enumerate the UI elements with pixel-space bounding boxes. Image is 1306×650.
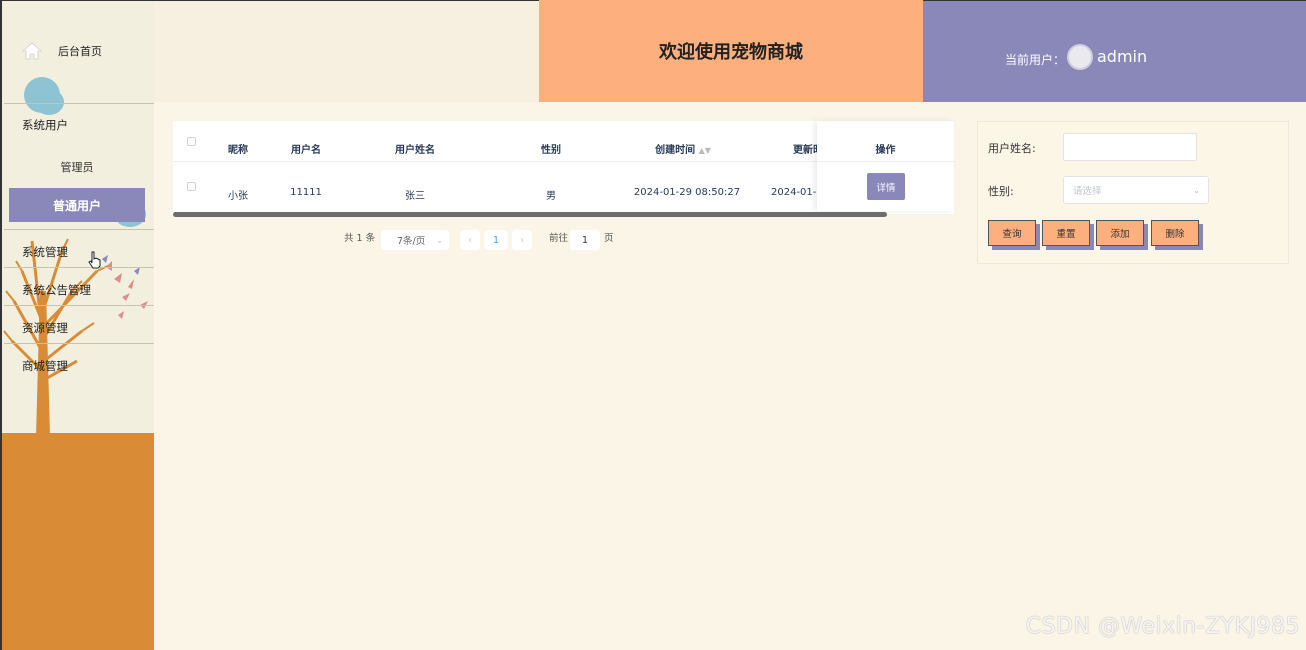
sidebar-subitem-admin[interactable]: 管理员: [2, 159, 152, 175]
cell-username: 11111: [290, 187, 322, 198]
chevron-down-icon: ⌄: [1193, 185, 1200, 195]
sidebar-home-label: 后台首页: [58, 45, 102, 58]
goto-label: 前往: [549, 233, 569, 244]
home-icon: [22, 42, 42, 60]
sidebar-ground: [2, 433, 154, 650]
row-checkbox[interactable]: [187, 182, 196, 191]
tree-decoration: [3, 238, 148, 436]
column-header-gender: 性别: [541, 145, 561, 156]
chevron-left-icon: ‹: [468, 234, 472, 246]
next-page-button[interactable]: ›: [512, 230, 532, 250]
divider: [4, 267, 154, 268]
column-header-realname: 用户姓名: [395, 145, 435, 156]
reset-button[interactable]: 重置: [1042, 220, 1090, 246]
search-panel: 用户姓名: 性别: 请选择 ⌄ 查询 重置 添加 删除: [977, 121, 1289, 264]
divider: [4, 229, 154, 230]
current-user-name[interactable]: admin: [1097, 47, 1147, 66]
page-title: 欢迎使用宠物商城: [659, 42, 803, 63]
hand-cursor-icon: [88, 251, 101, 269]
divider: [817, 161, 954, 162]
watermark: CSDN @Weixin-ZYKJ985: [1025, 614, 1300, 639]
divider: [4, 343, 154, 344]
chevron-right-icon: ›: [520, 234, 524, 246]
sidebar-item-system-users[interactable]: 系统用户: [4, 117, 154, 133]
sidebar-item-resources[interactable]: 资源管理: [4, 320, 154, 336]
cell-gender: 男: [546, 191, 556, 202]
sidebar-item-mall[interactable]: 商城管理: [4, 358, 154, 374]
column-header-username: 用户名: [291, 145, 321, 156]
cell-realname: 张三: [405, 191, 425, 202]
sidebar: 后台首页 系统用户 管理员 普通用户 系统管理 系统公告管理 资源管理 商城管理: [0, 0, 154, 650]
query-button[interactable]: 查询: [988, 220, 1036, 246]
cell-nickname: 小张: [228, 191, 248, 202]
page-suffix: 页: [604, 233, 614, 244]
divider: [4, 305, 154, 306]
name-input[interactable]: [1063, 133, 1197, 161]
sidebar-item-system-management[interactable]: 系统管理: [4, 244, 154, 260]
goto-page-input[interactable]: 1: [570, 230, 600, 250]
table-horizontal-scrollbar[interactable]: [173, 212, 887, 217]
sidebar-home[interactable]: 后台首页: [22, 39, 102, 63]
gender-label: 性别:: [988, 185, 1014, 198]
add-button-wrap: 添加: [1096, 220, 1148, 250]
column-header-created[interactable]: 创建时间 ▲▼: [643, 141, 723, 156]
gender-select[interactable]: 请选择 ⌄: [1063, 176, 1209, 204]
query-button-wrap: 查询: [988, 220, 1040, 250]
name-label: 用户姓名:: [988, 142, 1036, 155]
prev-page-button[interactable]: ‹: [460, 230, 480, 250]
delete-button[interactable]: 删除: [1151, 220, 1199, 246]
page-size-select[interactable]: 7条/页 ⌄: [381, 230, 449, 250]
column-header-nickname: 昵称: [228, 145, 248, 156]
reset-button-wrap: 重置: [1042, 220, 1094, 250]
sidebar-subitem-regular-users[interactable]: 普通用户: [9, 188, 145, 222]
delete-button-wrap: 删除: [1151, 220, 1203, 250]
pagination-total: 共 1 条: [344, 233, 376, 244]
current-user-label: 当前用户：: [1005, 53, 1066, 67]
add-button[interactable]: 添加: [1096, 220, 1144, 246]
header-title-panel: 欢迎使用宠物商城: [539, 0, 923, 102]
actions-column: 操作 详情: [817, 121, 954, 211]
user-table: 昵称 用户名 用户姓名 性别 创建时间 ▲▼ 更新时 小张 11111 张三 男…: [173, 121, 954, 214]
detail-button[interactable]: 详情: [867, 173, 905, 200]
divider: [4, 103, 154, 104]
header-user-panel: 当前用户： admin: [923, 0, 1306, 102]
page-number-current[interactable]: 1: [484, 230, 508, 250]
cell-created: 2024-01-29 08:50:27: [633, 187, 741, 198]
header-left-panel: [154, 0, 539, 102]
cell-updated: 2024-01-2: [771, 187, 821, 198]
cloud-decoration: [34, 89, 64, 115]
avatar[interactable]: [1067, 44, 1093, 70]
chevron-down-icon: ⌄: [436, 235, 443, 245]
sidebar-item-announcements[interactable]: 系统公告管理: [4, 282, 154, 298]
column-header-actions: 操作: [875, 145, 896, 156]
select-all-checkbox[interactable]: [187, 137, 196, 146]
sort-icon[interactable]: ▲▼: [699, 146, 711, 155]
